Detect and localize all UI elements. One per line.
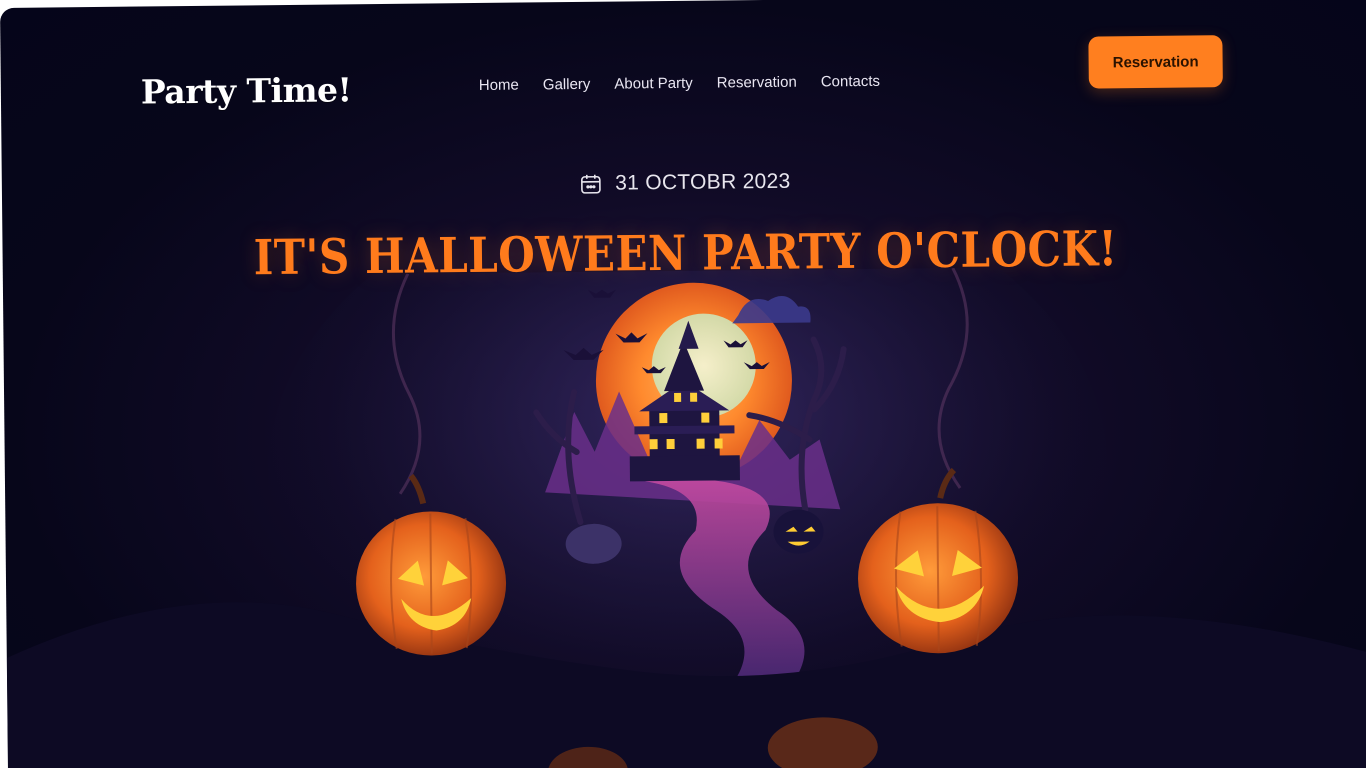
landing-page: Party Time! Home Gallery About Party Res… bbox=[0, 0, 1366, 768]
site-logo[interactable]: Party Time! bbox=[141, 70, 352, 111]
calendar-icon bbox=[579, 172, 603, 196]
haunted-house-pumpkins-illustration bbox=[6, 263, 1366, 768]
nav-gallery[interactable]: Gallery bbox=[543, 76, 591, 93]
nav-about-party[interactable]: About Party bbox=[614, 75, 693, 93]
reservation-button[interactable]: Reservation bbox=[1088, 35, 1223, 89]
event-date: 31 OCTOBR 2023 bbox=[2, 164, 1366, 202]
event-date-text: 31 OCTOBR 2023 bbox=[615, 169, 791, 195]
nav-home[interactable]: Home bbox=[479, 77, 519, 94]
nav-reservation[interactable]: Reservation bbox=[717, 74, 797, 92]
browser-frame: Party Time! Home Gallery About Party Res… bbox=[0, 0, 1366, 768]
main-nav: Home Gallery About Party Reservation Con… bbox=[479, 73, 880, 94]
nav-contacts[interactable]: Contacts bbox=[821, 73, 880, 91]
